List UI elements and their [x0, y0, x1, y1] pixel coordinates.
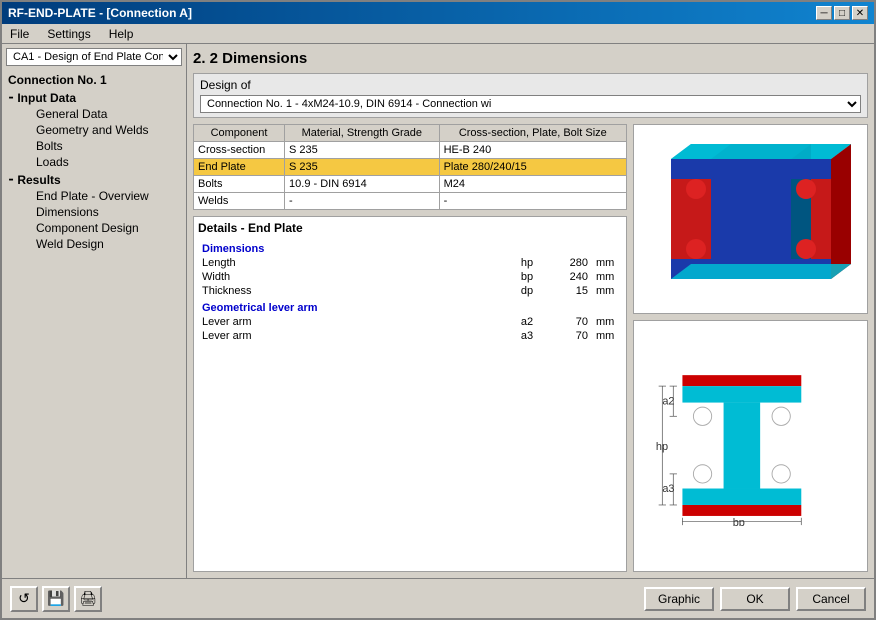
- bottom-bar: ↺ 💾 🖨 Graphic OK Cancel: [2, 578, 874, 618]
- content-area: CA1 - Design of End Plate Conn Connectio…: [2, 44, 874, 578]
- svg-text:hp: hp: [655, 441, 667, 453]
- col-component: Component: [194, 125, 285, 142]
- row-component: End Plate: [194, 159, 285, 176]
- details-title: Details - End Plate: [198, 221, 622, 235]
- row-material: S 235: [285, 159, 440, 176]
- print-button[interactable]: 🖨: [74, 586, 102, 612]
- row-crosssection: -: [439, 193, 626, 210]
- content-split: Component Material, Strength Grade Cross…: [193, 124, 868, 572]
- window-title: RF-END-PLATE - [Connection A]: [8, 6, 192, 20]
- save-button[interactable]: 💾: [42, 586, 70, 612]
- col-material: Material, Strength Grade: [285, 125, 440, 142]
- details-row: Width bp 240 mm: [198, 270, 622, 284]
- sidebar-item-geometry-welds[interactable]: Geometry and Welds: [6, 122, 182, 138]
- details-row: Lever arm a2 70 mm: [198, 315, 622, 329]
- action-buttons: Graphic OK Cancel: [644, 587, 866, 611]
- row-component: Cross-section: [194, 142, 285, 159]
- cancel-button[interactable]: Cancel: [796, 587, 866, 611]
- details-box: Details - End Plate DimensionsLength hp …: [193, 216, 627, 572]
- row-crosssection: Plate 280/240/15: [439, 159, 626, 176]
- results-section: ⁃ Results End Plate - Overview Dimension…: [6, 172, 182, 252]
- menu-bar: File Settings Help: [2, 24, 874, 44]
- table-row[interactable]: Welds - -: [194, 193, 627, 210]
- sidebar-item-loads[interactable]: Loads: [6, 154, 182, 170]
- design-of-section: Design of Connection No. 1 - 4xM24-10.9,…: [193, 73, 868, 118]
- design-of-select[interactable]: Connection No. 1 - 4xM24-10.9, DIN 6914 …: [200, 95, 861, 113]
- title-bar: RF-END-PLATE - [Connection A] ─ □ ✕: [2, 2, 874, 24]
- table-row[interactable]: Bolts 10.9 - DIN 6914 M24: [194, 176, 627, 193]
- row-material: 10.9 - DIN 6914: [285, 176, 440, 193]
- row-component: Welds: [194, 193, 285, 210]
- results-title[interactable]: ⁃ Results: [6, 172, 182, 188]
- ok-button[interactable]: OK: [720, 587, 790, 611]
- menu-file[interactable]: File: [6, 26, 33, 42]
- svg-text:a3: a3: [662, 483, 674, 495]
- left-panel: CA1 - Design of End Plate Conn Connectio…: [2, 44, 187, 578]
- table-area: Component Material, Strength Grade Cross…: [193, 124, 627, 572]
- graphic-button[interactable]: Graphic: [644, 587, 714, 611]
- maximize-button[interactable]: □: [834, 6, 850, 20]
- sidebar-item-general-data[interactable]: General Data: [6, 106, 182, 122]
- table-row[interactable]: End Plate S 235 Plate 280/240/15: [194, 159, 627, 176]
- sidebar-item-bolts[interactable]: Bolts: [6, 138, 182, 154]
- close-button[interactable]: ✕: [852, 6, 868, 20]
- connection-selector[interactable]: CA1 - Design of End Plate Conn: [6, 48, 182, 66]
- input-data-section: ⁃ Input Data General Data Geometry and W…: [6, 90, 182, 170]
- minimize-button[interactable]: ─: [816, 6, 832, 20]
- svg-text:a2: a2: [662, 395, 674, 407]
- details-section-header: Geometrical lever arm: [198, 298, 622, 315]
- row-crosssection: HE-B 240: [439, 142, 626, 159]
- connection-no-label: Connection No. 1: [6, 72, 182, 88]
- graphic-3d-view: [633, 124, 868, 314]
- components-table: Component Material, Strength Grade Cross…: [193, 124, 627, 210]
- menu-help[interactable]: Help: [105, 26, 138, 42]
- details-section-header: Dimensions: [198, 239, 622, 256]
- graphic-2d-view: a2 hp a3: [633, 320, 868, 572]
- sidebar-item-component-design[interactable]: Component Design: [6, 220, 182, 236]
- row-material: S 235: [285, 142, 440, 159]
- table-row[interactable]: Cross-section S 235 HE-B 240: [194, 142, 627, 159]
- row-component: Bolts: [194, 176, 285, 193]
- main-window: RF-END-PLATE - [Connection A] ─ □ ✕ File…: [0, 0, 876, 620]
- svg-text:bp: bp: [732, 517, 744, 526]
- design-of-label: Design of: [200, 78, 861, 92]
- sidebar-item-end-plate-overview[interactable]: End Plate - Overview: [6, 188, 182, 204]
- right-panel: 2. 2 Dimensions Design of Connection No.…: [187, 44, 874, 578]
- row-crosssection: M24: [439, 176, 626, 193]
- refresh-button[interactable]: ↺: [10, 586, 38, 612]
- col-crosssection: Cross-section, Plate, Bolt Size: [439, 125, 626, 142]
- window-controls: ─ □ ✕: [816, 6, 868, 20]
- sidebar-item-dimensions[interactable]: Dimensions: [6, 204, 182, 220]
- details-row: Length hp 280 mm: [198, 256, 622, 270]
- details-table: DimensionsLength hp 280 mmWidth bp 240 m…: [198, 239, 622, 343]
- details-row: Thickness dp 15 mm: [198, 284, 622, 298]
- menu-settings[interactable]: Settings: [43, 26, 94, 42]
- details-row: Lever arm a3 70 mm: [198, 329, 622, 343]
- panel-title: 2. 2 Dimensions: [193, 50, 868, 67]
- row-material: -: [285, 193, 440, 210]
- toolbar-buttons: ↺ 💾 🖨: [10, 586, 102, 612]
- input-data-title[interactable]: ⁃ Input Data: [6, 90, 182, 106]
- graphic-panel: a2 hp a3: [633, 124, 868, 572]
- sidebar-item-weld-design[interactable]: Weld Design: [6, 236, 182, 252]
